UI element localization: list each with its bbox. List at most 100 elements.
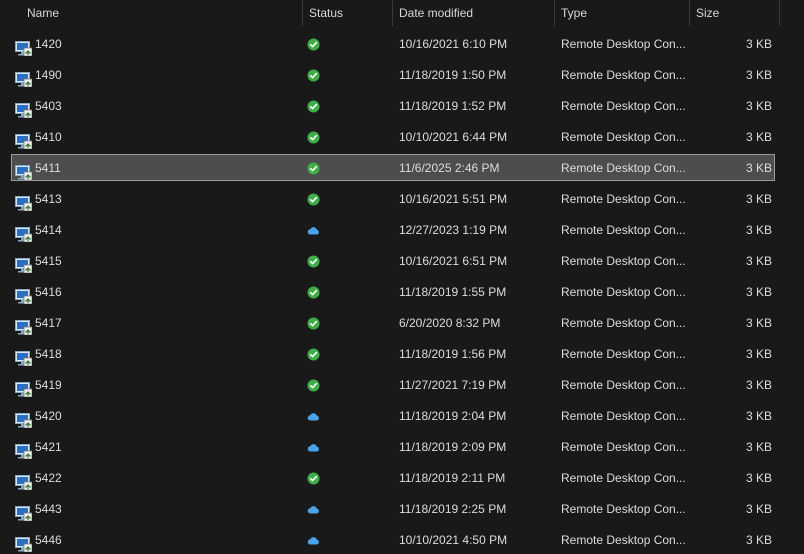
file-row[interactable]: 5420 11/18/2019 2:04 PM Remote Desktop Con… xyxy=(0,401,780,432)
file-date-modified: 11/6/2025 2:46 PM xyxy=(399,161,500,175)
rdp-file-icon xyxy=(15,246,32,277)
file-type: Remote Desktop Con... xyxy=(561,502,685,516)
file-name[interactable]: 5413 xyxy=(35,184,155,215)
file-row[interactable]: 5411 11/6/2025 2:46 PM Remote Desktop Con.… xyxy=(0,153,780,184)
file-date-modified: 10/16/2021 6:10 PM xyxy=(399,37,508,51)
column-header-type[interactable]: Type xyxy=(555,0,689,26)
file-type: Remote Desktop Con... xyxy=(561,471,685,485)
file-name[interactable]: 5416 xyxy=(35,277,155,308)
file-row[interactable]: 5403 11/18/2019 1:52 PM Remote Desktop Con… xyxy=(0,91,780,122)
file-type: Remote Desktop Con... xyxy=(561,37,685,51)
file-name[interactable]: 5415 xyxy=(35,246,155,277)
file-name[interactable]: 5418 xyxy=(35,339,155,370)
synced-status-icon xyxy=(307,91,321,122)
file-row[interactable]: 5410 10/10/2021 6:44 PM Remote Desktop Con… xyxy=(0,122,780,153)
file-date-modified: 11/18/2019 2:09 PM xyxy=(399,440,507,454)
rdp-file-icon xyxy=(15,339,32,370)
file-name[interactable]: 1420 xyxy=(35,29,155,60)
file-size: 3 KB xyxy=(745,99,772,113)
file-type: Remote Desktop Con... xyxy=(561,378,685,392)
file-row[interactable]: 5446 10/10/2021 4:50 PM Remote Desktop Con… xyxy=(0,525,780,554)
synced-status-icon xyxy=(307,308,321,339)
file-type: Remote Desktop Con... xyxy=(561,161,685,175)
rdp-file-icon xyxy=(15,29,32,60)
file-size: 3 KB xyxy=(745,533,772,547)
file-date-modified: 10/16/2021 5:51 PM xyxy=(399,192,508,206)
file-type: Remote Desktop Con... xyxy=(561,409,685,423)
rdp-file-icon xyxy=(15,277,32,308)
rdp-file-icon xyxy=(15,60,32,91)
file-row[interactable]: 5416 11/18/2019 1:55 PM Remote Desktop Con… xyxy=(0,277,780,308)
file-name[interactable]: 5403 xyxy=(35,91,155,122)
file-name[interactable]: 5446 xyxy=(35,525,155,554)
file-row[interactable]: 5417 6/20/2020 8:32 PM Remote Desktop Con.… xyxy=(0,308,780,339)
file-size: 3 KB xyxy=(745,285,772,299)
file-row[interactable]: 5414 12/27/2023 1:19 PM Remote Desktop Con… xyxy=(0,215,780,246)
column-header-size[interactable]: Size xyxy=(690,0,779,26)
synced-status-icon xyxy=(307,246,321,277)
rdp-file-icon xyxy=(15,525,32,554)
file-type: Remote Desktop Con... xyxy=(561,223,685,237)
file-size: 3 KB xyxy=(745,161,772,175)
synced-status-icon xyxy=(307,184,321,215)
file-date-modified: 11/18/2019 1:56 PM xyxy=(399,347,507,361)
file-size: 3 KB xyxy=(745,254,772,268)
file-row[interactable]: 1490 11/18/2019 1:50 PM Remote Desktop Con… xyxy=(0,60,780,91)
file-type: Remote Desktop Con... xyxy=(561,316,685,330)
file-row[interactable]: 5421 11/18/2019 2:09 PM Remote Desktop Con… xyxy=(0,432,780,463)
file-date-modified: 10/10/2021 6:44 PM xyxy=(399,130,508,144)
file-row[interactable]: 5418 11/18/2019 1:56 PM Remote Desktop Con… xyxy=(0,339,780,370)
rdp-file-icon xyxy=(15,494,32,525)
file-type: Remote Desktop Con... xyxy=(561,99,685,113)
file-size: 3 KB xyxy=(745,130,772,144)
file-size: 3 KB xyxy=(745,409,772,423)
synced-status-icon xyxy=(307,153,321,184)
file-row[interactable]: 5422 11/18/2019 2:11 PM Remote Desktop Con… xyxy=(0,463,780,494)
column-divider[interactable] xyxy=(779,0,780,26)
file-row[interactable]: 1420 10/16/2021 6:10 PM Remote Desktop Con… xyxy=(0,29,780,60)
file-size: 3 KB xyxy=(745,471,772,485)
file-type: Remote Desktop Con... xyxy=(561,533,685,547)
column-header-status[interactable]: Status xyxy=(303,0,392,26)
file-name[interactable]: 5421 xyxy=(35,432,155,463)
synced-status-icon xyxy=(307,29,321,60)
file-name[interactable]: 5417 xyxy=(35,308,155,339)
rdp-file-icon xyxy=(15,308,32,339)
synced-status-icon xyxy=(307,122,321,153)
cloud-only-status-icon xyxy=(307,401,321,432)
file-row[interactable]: 5443 11/18/2019 2:25 PM Remote Desktop Con… xyxy=(0,494,780,525)
file-date-modified: 6/20/2020 8:32 PM xyxy=(399,316,501,330)
cloud-only-status-icon xyxy=(307,494,321,525)
file-name[interactable]: 5414 xyxy=(35,215,155,246)
file-row[interactable]: 5415 10/16/2021 6:51 PM Remote Desktop Con… xyxy=(0,246,780,277)
cloud-only-status-icon xyxy=(307,432,321,463)
file-name[interactable]: 5411 xyxy=(35,153,155,184)
file-explorer-details-view: ⌃ Name Status Date modified Type Size 14… xyxy=(0,0,804,554)
column-header-name[interactable]: Name xyxy=(21,0,303,26)
file-type: Remote Desktop Con... xyxy=(561,192,685,206)
file-name[interactable]: 5443 xyxy=(35,494,155,525)
rdp-file-icon xyxy=(15,432,32,463)
column-header-date-modified[interactable]: Date modified xyxy=(393,0,554,26)
file-name[interactable]: 5420 xyxy=(35,401,155,432)
file-name[interactable]: 5410 xyxy=(35,122,155,153)
synced-status-icon xyxy=(307,60,321,91)
file-row[interactable]: 5419 11/27/2021 7:19 PM Remote Desktop Con… xyxy=(0,370,780,401)
rdp-file-icon xyxy=(15,153,32,184)
file-date-modified: 11/18/2019 2:04 PM xyxy=(399,409,507,423)
file-size: 3 KB xyxy=(745,316,772,330)
file-size: 3 KB xyxy=(745,68,772,82)
file-name[interactable]: 5419 xyxy=(35,370,155,401)
file-date-modified: 11/27/2021 7:19 PM xyxy=(399,378,507,392)
file-row[interactable]: 5413 10/16/2021 5:51 PM Remote Desktop Con… xyxy=(0,184,780,215)
file-list: 1420 10/16/2021 6:10 PM Remote Desktop Con… xyxy=(0,29,804,554)
file-date-modified: 11/18/2019 2:25 PM xyxy=(399,502,507,516)
file-name[interactable]: 1490 xyxy=(35,60,155,91)
file-size: 3 KB xyxy=(745,37,772,51)
file-date-modified: 11/18/2019 2:11 PM xyxy=(399,471,506,485)
file-date-modified: 11/18/2019 1:52 PM xyxy=(399,99,507,113)
cloud-only-status-icon xyxy=(307,215,321,246)
rdp-file-icon xyxy=(15,401,32,432)
file-name[interactable]: 5422 xyxy=(35,463,155,494)
rdp-file-icon xyxy=(15,184,32,215)
